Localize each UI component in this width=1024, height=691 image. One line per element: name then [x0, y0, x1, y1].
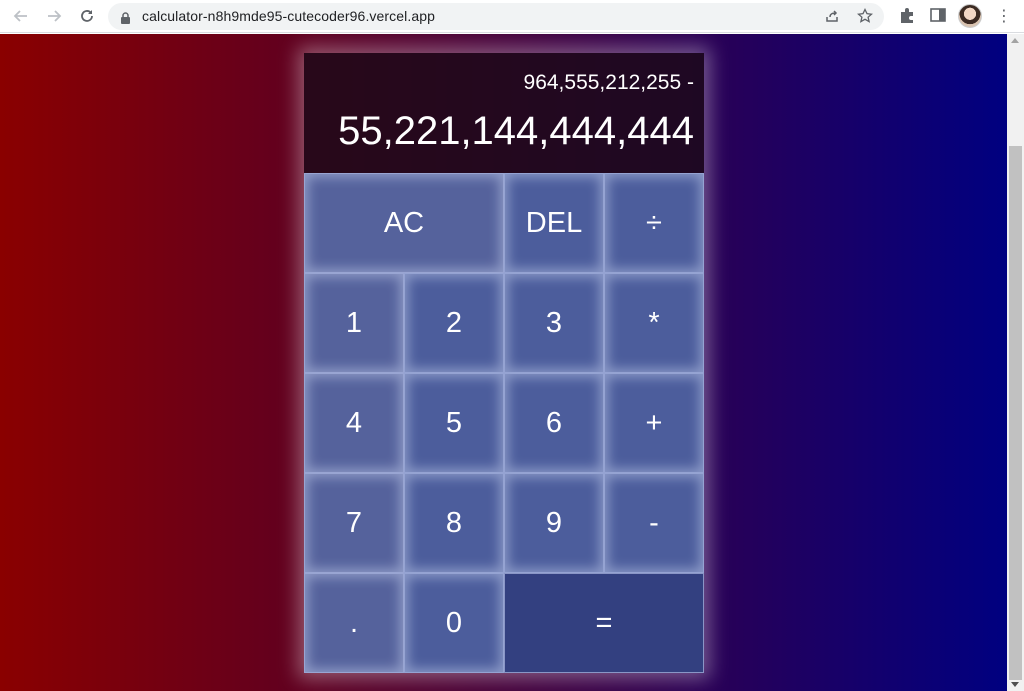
back-icon[interactable] [9, 4, 33, 28]
page-background: 964,555,212,255 - 55,221,144,444,444 AC … [0, 34, 1007, 691]
address-bar[interactable]: calculator-n8h9mde95-cutecoder96.vercel.… [108, 3, 884, 30]
digit-7-button[interactable]: 7 [304, 473, 404, 573]
decimal-point-button[interactable]: . [304, 573, 404, 673]
scroll-down-arrow-icon[interactable] [1011, 682, 1019, 687]
bookmark-star-icon[interactable] [856, 7, 874, 28]
extensions-icon[interactable] [898, 6, 916, 28]
minus-button[interactable]: - [604, 473, 704, 573]
calculator-display: 964,555,212,255 - 55,221,144,444,444 [304, 53, 704, 173]
all-clear-button[interactable]: AC [304, 173, 504, 273]
url-text[interactable]: calculator-n8h9mde95-cutecoder96.vercel.… [142, 8, 435, 24]
multiply-button[interactable]: * [604, 273, 704, 373]
delete-button[interactable]: DEL [504, 173, 604, 273]
side-panel-icon[interactable] [929, 6, 947, 28]
digit-1-button[interactable]: 1 [304, 273, 404, 373]
digit-9-button[interactable]: 9 [504, 473, 604, 573]
digit-6-button[interactable]: 6 [504, 373, 604, 473]
keypad: AC DEL ÷ 1 2 3 * 4 5 6 + 7 8 9 - . 0 = [304, 173, 704, 673]
share-icon[interactable] [824, 8, 840, 28]
digit-8-button[interactable]: 8 [404, 473, 504, 573]
equals-button[interactable]: = [504, 573, 704, 673]
calculator: 964,555,212,255 - 55,221,144,444,444 AC … [304, 53, 704, 673]
digit-2-button[interactable]: 2 [404, 273, 504, 373]
plus-button[interactable]: + [604, 373, 704, 473]
digit-4-button[interactable]: 4 [304, 373, 404, 473]
current-operand: 55,221,144,444,444 [338, 109, 694, 153]
profile-avatar[interactable] [958, 4, 982, 28]
forward-icon[interactable] [42, 4, 66, 28]
vertical-scrollbar[interactable] [1007, 34, 1024, 691]
menu-kebab-icon[interactable]: ⋮ [996, 6, 1012, 26]
scrollbar-thumb[interactable] [1009, 146, 1022, 680]
digit-0-button[interactable]: 0 [404, 573, 504, 673]
previous-operand: 964,555,212,255 - [523, 71, 694, 94]
divide-button[interactable]: ÷ [604, 173, 704, 273]
browser-toolbar: calculator-n8h9mde95-cutecoder96.vercel.… [0, 0, 1024, 33]
digit-5-button[interactable]: 5 [404, 373, 504, 473]
digit-3-button[interactable]: 3 [504, 273, 604, 373]
scroll-up-arrow-icon[interactable] [1011, 38, 1019, 43]
lock-icon[interactable] [120, 10, 131, 29]
reload-icon[interactable] [75, 4, 99, 28]
